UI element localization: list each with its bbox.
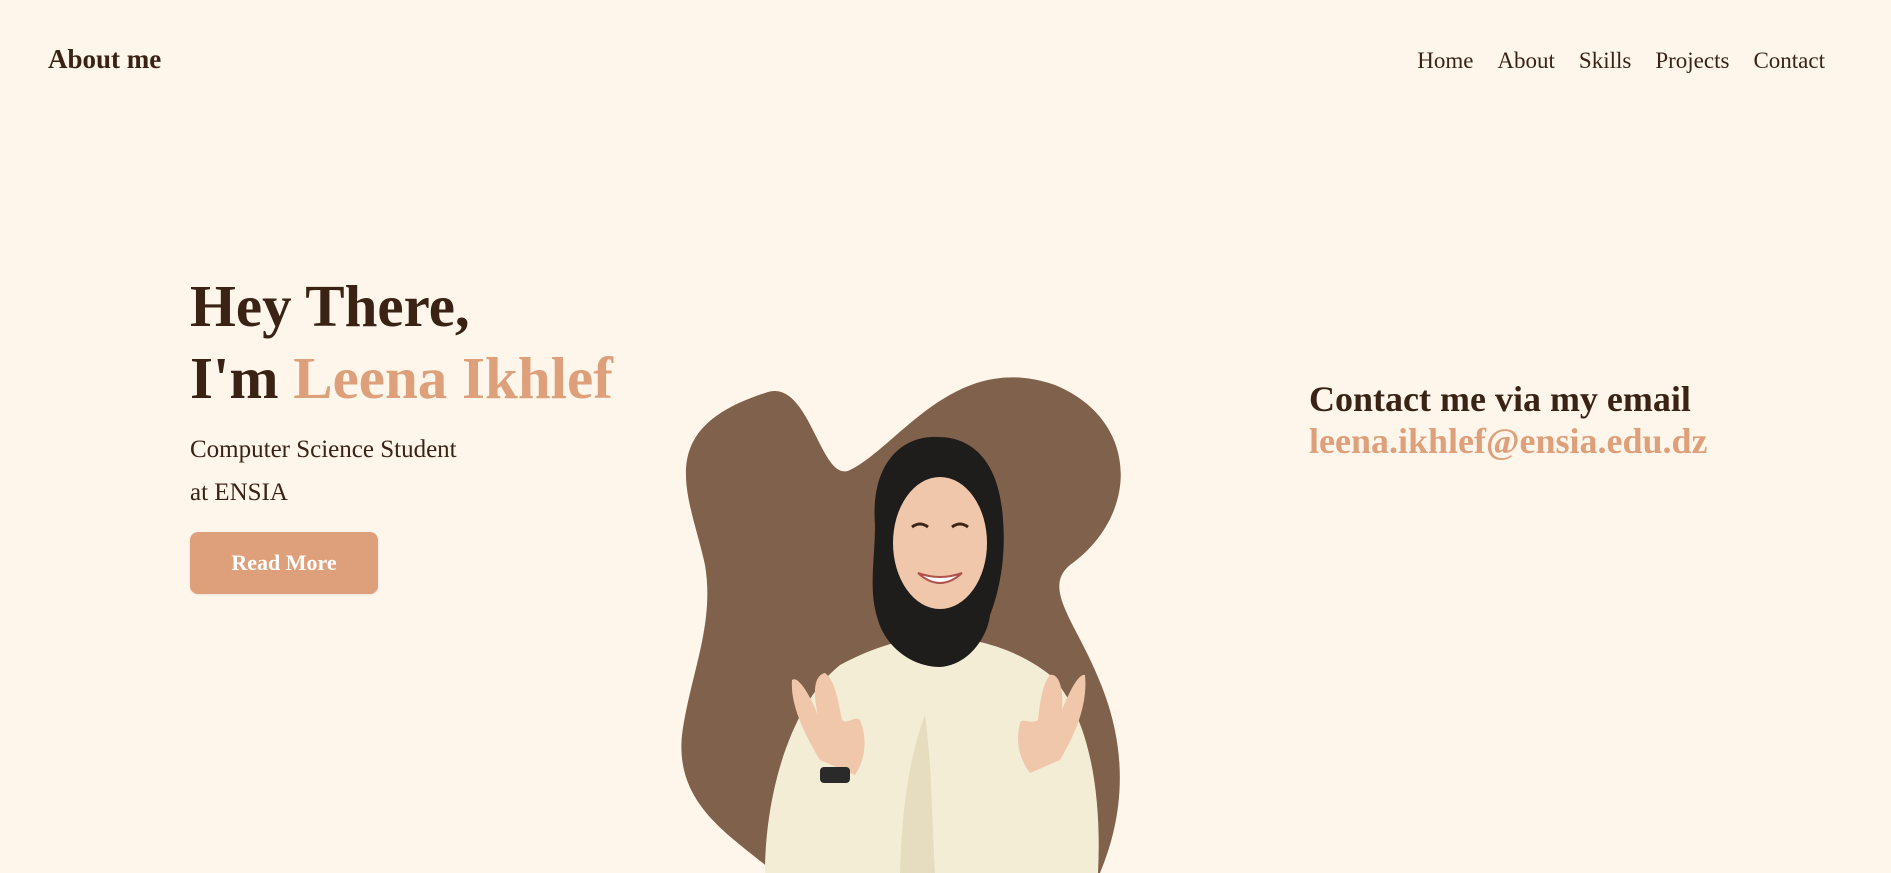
face xyxy=(893,477,987,609)
hero-subtitle-line2: at ENSIA xyxy=(190,479,288,506)
brand-logo[interactable]: About me xyxy=(48,46,161,73)
portrait-image xyxy=(681,377,1121,873)
contact-email-link[interactable]: leena.ikhlef@ensia.edu.dz xyxy=(1309,420,1829,462)
nav-links: Home About Skills Projects Contact xyxy=(1417,49,1825,72)
hero-section: Hey There, I'm Leena Ikhlef Computer Sci… xyxy=(190,270,710,594)
navbar: About me Home About Skills Projects Cont… xyxy=(0,0,1891,126)
read-more-button[interactable]: Read More xyxy=(190,532,378,594)
watch xyxy=(820,767,850,783)
nav-link-home[interactable]: Home xyxy=(1417,49,1473,72)
hero-intro-prefix: I'm xyxy=(190,345,294,411)
hero-greeting: Hey There, xyxy=(190,273,470,339)
contact-section: Contact me via my email leena.ikhlef@ens… xyxy=(1309,378,1829,462)
nav-link-skills[interactable]: Skills xyxy=(1579,49,1631,72)
hero-headline: Hey There, I'm Leena Ikhlef xyxy=(190,270,710,414)
contact-heading: Contact me via my email xyxy=(1309,379,1691,419)
nav-link-projects[interactable]: Projects xyxy=(1655,49,1729,72)
hero-name: Leena Ikhlef xyxy=(293,345,613,411)
nav-link-contact[interactable]: Contact xyxy=(1753,49,1825,72)
nav-link-about[interactable]: About xyxy=(1497,49,1555,72)
hero-subtitle-line1: Computer Science Student xyxy=(190,436,457,463)
hero-subtitle: Computer Science Student at ENSIA xyxy=(190,428,710,514)
